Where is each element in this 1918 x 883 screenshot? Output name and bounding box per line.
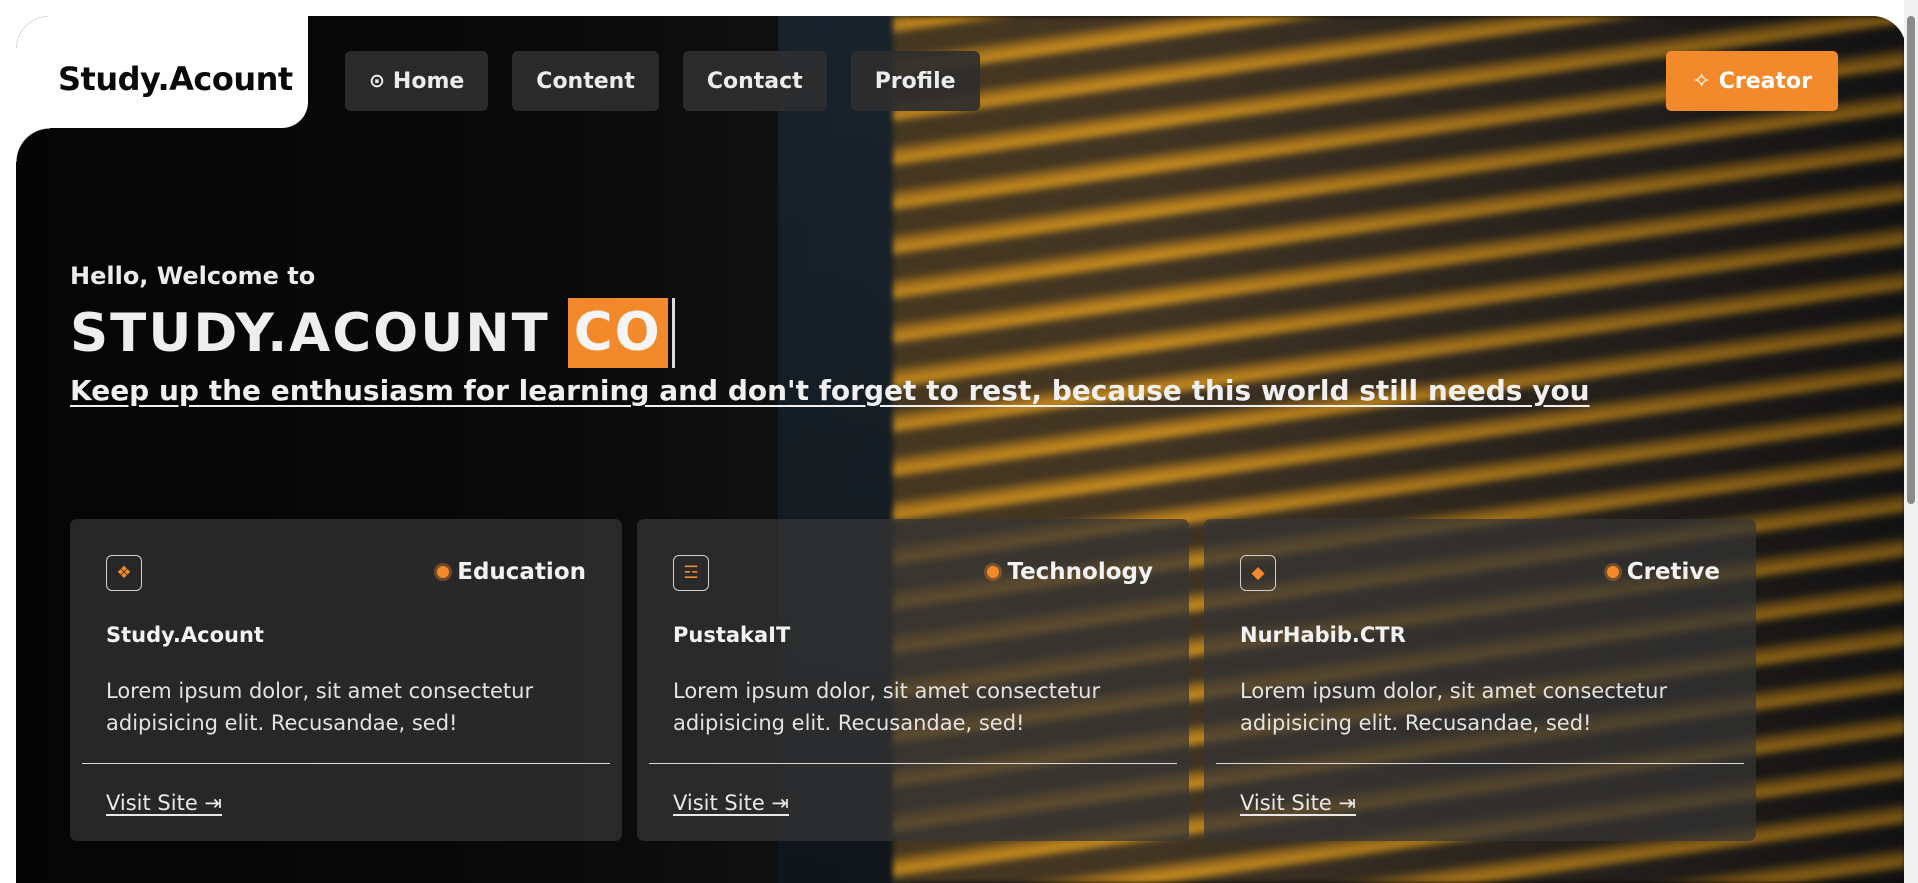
visit-site-link[interactable]: Visit Site ⇥ bbox=[106, 791, 222, 815]
card-category-label: Technology bbox=[1007, 559, 1153, 585]
card-title: NurHabib.CTR bbox=[1240, 623, 1406, 647]
scrollbar-thumb[interactable] bbox=[1907, 16, 1915, 504]
creator-button[interactable]: ✧ Creator bbox=[1666, 51, 1838, 111]
card-divider bbox=[82, 763, 610, 764]
card-category: Cretive bbox=[1606, 559, 1720, 585]
card-category-label: Cretive bbox=[1626, 559, 1720, 585]
hero-title-main: STUDY.ACOUNT bbox=[70, 302, 550, 364]
card-title: Study.Acount bbox=[106, 623, 264, 647]
cards-row: ❖ Education Study.Acount Lorem ipsum dol… bbox=[70, 519, 1756, 841]
hero-welcome: Hello, Welcome to bbox=[70, 262, 316, 290]
card-description: Lorem ipsum dolor, sit amet consectetur … bbox=[1240, 679, 1668, 735]
diamond-grid-icon: ❖ bbox=[106, 555, 142, 591]
nav-content-button[interactable]: Content bbox=[512, 51, 659, 111]
typing-caret bbox=[671, 298, 675, 368]
brand-logo[interactable]: Study.Acount bbox=[58, 60, 293, 98]
diamond-icon: ◆ bbox=[1240, 555, 1276, 591]
card-description: Lorem ipsum dolor, sit amet consectetur … bbox=[106, 679, 534, 735]
card-category: Education bbox=[437, 559, 586, 585]
card-creative: ◆ Cretive NurHabib.CTR Lorem ipsum dolor… bbox=[1204, 519, 1756, 841]
page-scrollbar[interactable] bbox=[1904, 0, 1918, 883]
nav-home-button[interactable]: ⊙ Home bbox=[345, 51, 489, 111]
card-title: PustakaIT bbox=[673, 623, 791, 647]
card-divider bbox=[1216, 763, 1744, 764]
nav-contact-button[interactable]: Contact bbox=[682, 51, 827, 111]
visit-site-link[interactable]: Visit Site ⇥ bbox=[673, 791, 789, 815]
hero-tagline-link[interactable]: Keep up the enthusiasm for learning and … bbox=[70, 374, 1590, 407]
page-frame: Study.Acount ⊙ Home Content Contact Prof… bbox=[16, 16, 1906, 883]
nav-content-label: Content bbox=[536, 68, 635, 94]
nav-home-label: Home bbox=[392, 68, 465, 94]
card-description: Lorem ipsum dolor, sit amet consectetur … bbox=[673, 679, 1101, 735]
nav-contact-label: Contact bbox=[706, 68, 803, 94]
card-education: ❖ Education Study.Acount Lorem ipsum dol… bbox=[70, 519, 622, 841]
nav-profile-button[interactable]: Profile bbox=[850, 51, 980, 111]
sparkle-icon: ✧ bbox=[1692, 68, 1711, 94]
card-divider bbox=[649, 763, 1177, 764]
hero-section: Hello, Welcome to STUDY.ACOUNT CO Keep u… bbox=[70, 262, 1590, 407]
card-category: Technology bbox=[987, 559, 1153, 585]
category-dot-icon bbox=[987, 566, 1000, 578]
main-nav: ⊙ Home Content Contact Profile bbox=[345, 51, 980, 111]
hero-title-typed: CO bbox=[567, 298, 668, 368]
hero-title: STUDY.ACOUNT CO bbox=[70, 298, 1590, 368]
visit-site-link[interactable]: Visit Site ⇥ bbox=[1240, 791, 1356, 815]
card-category-label: Education bbox=[457, 559, 586, 585]
list-lines-icon: ☲ bbox=[673, 555, 709, 591]
home-circle-icon: ⊙ bbox=[369, 70, 385, 92]
category-dot-icon bbox=[1606, 566, 1619, 578]
card-technology: ☲ Technology PustakaIT Lorem ipsum dolor… bbox=[637, 519, 1189, 841]
nav-profile-label: Profile bbox=[874, 68, 956, 94]
category-dot-icon bbox=[437, 566, 450, 578]
creator-label: Creator bbox=[1718, 68, 1812, 94]
